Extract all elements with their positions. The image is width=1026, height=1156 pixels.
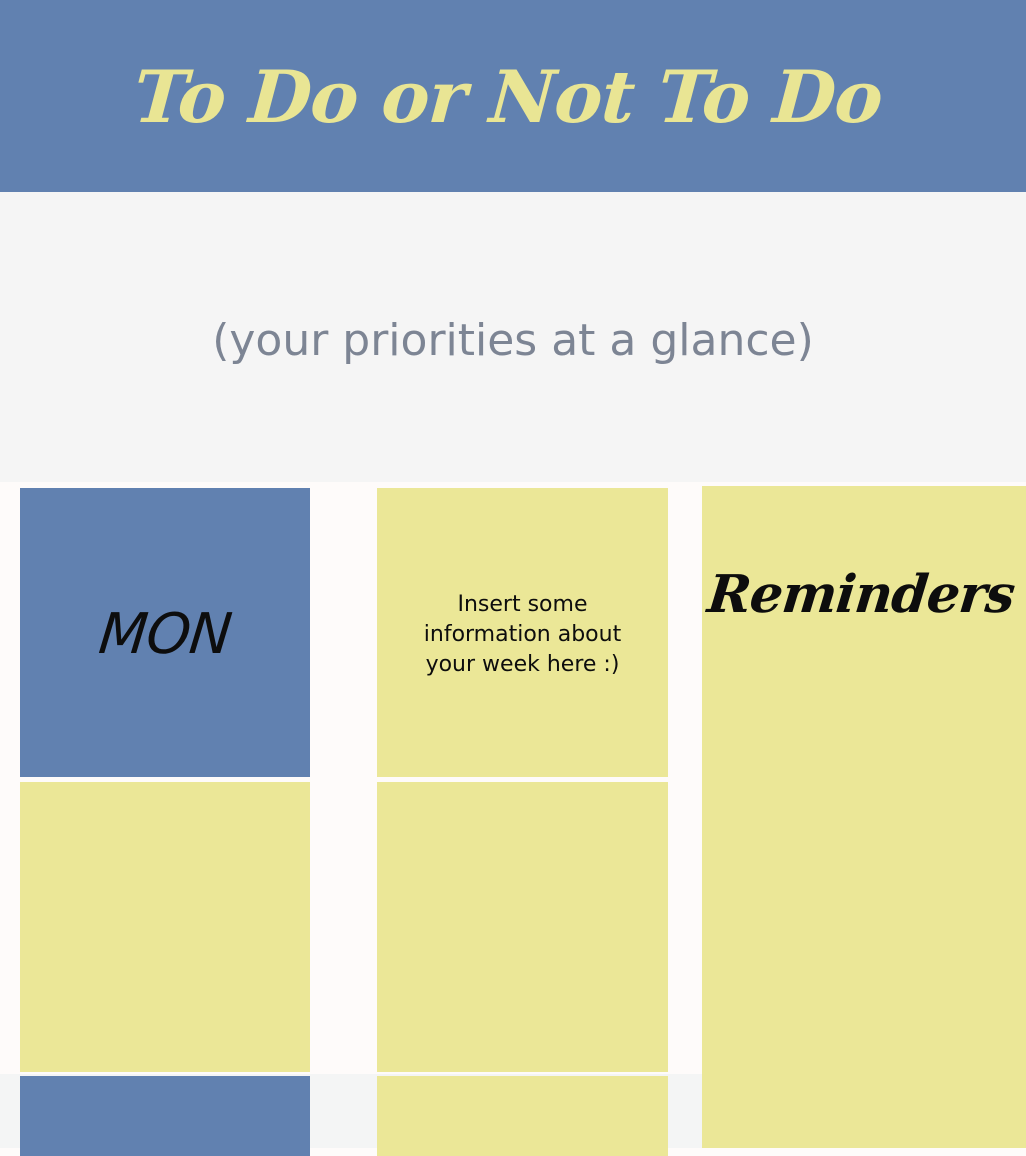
header-banner: To Do or Not To Do — [0, 0, 1026, 192]
week-info-box: Insert some information about your week … — [377, 488, 668, 777]
page-subtitle: (your priorities at a glance) — [212, 314, 814, 366]
notes-box-next — [377, 1076, 668, 1156]
day-card-mon: MON — [20, 488, 310, 777]
reminders-title: Reminders — [704, 564, 1018, 625]
week-info-text: Insert some information about your week … — [423, 592, 622, 677]
subtitle-band: (your priorities at a glance) — [0, 192, 1026, 482]
reminders-panel: Reminders — [702, 486, 1026, 1148]
next-day-card — [20, 1076, 310, 1156]
day-label: MON — [95, 602, 235, 667]
day-notes-box — [20, 782, 310, 1072]
notes-box — [377, 782, 668, 1072]
page-title: To Do or Not To Do — [131, 53, 885, 139]
